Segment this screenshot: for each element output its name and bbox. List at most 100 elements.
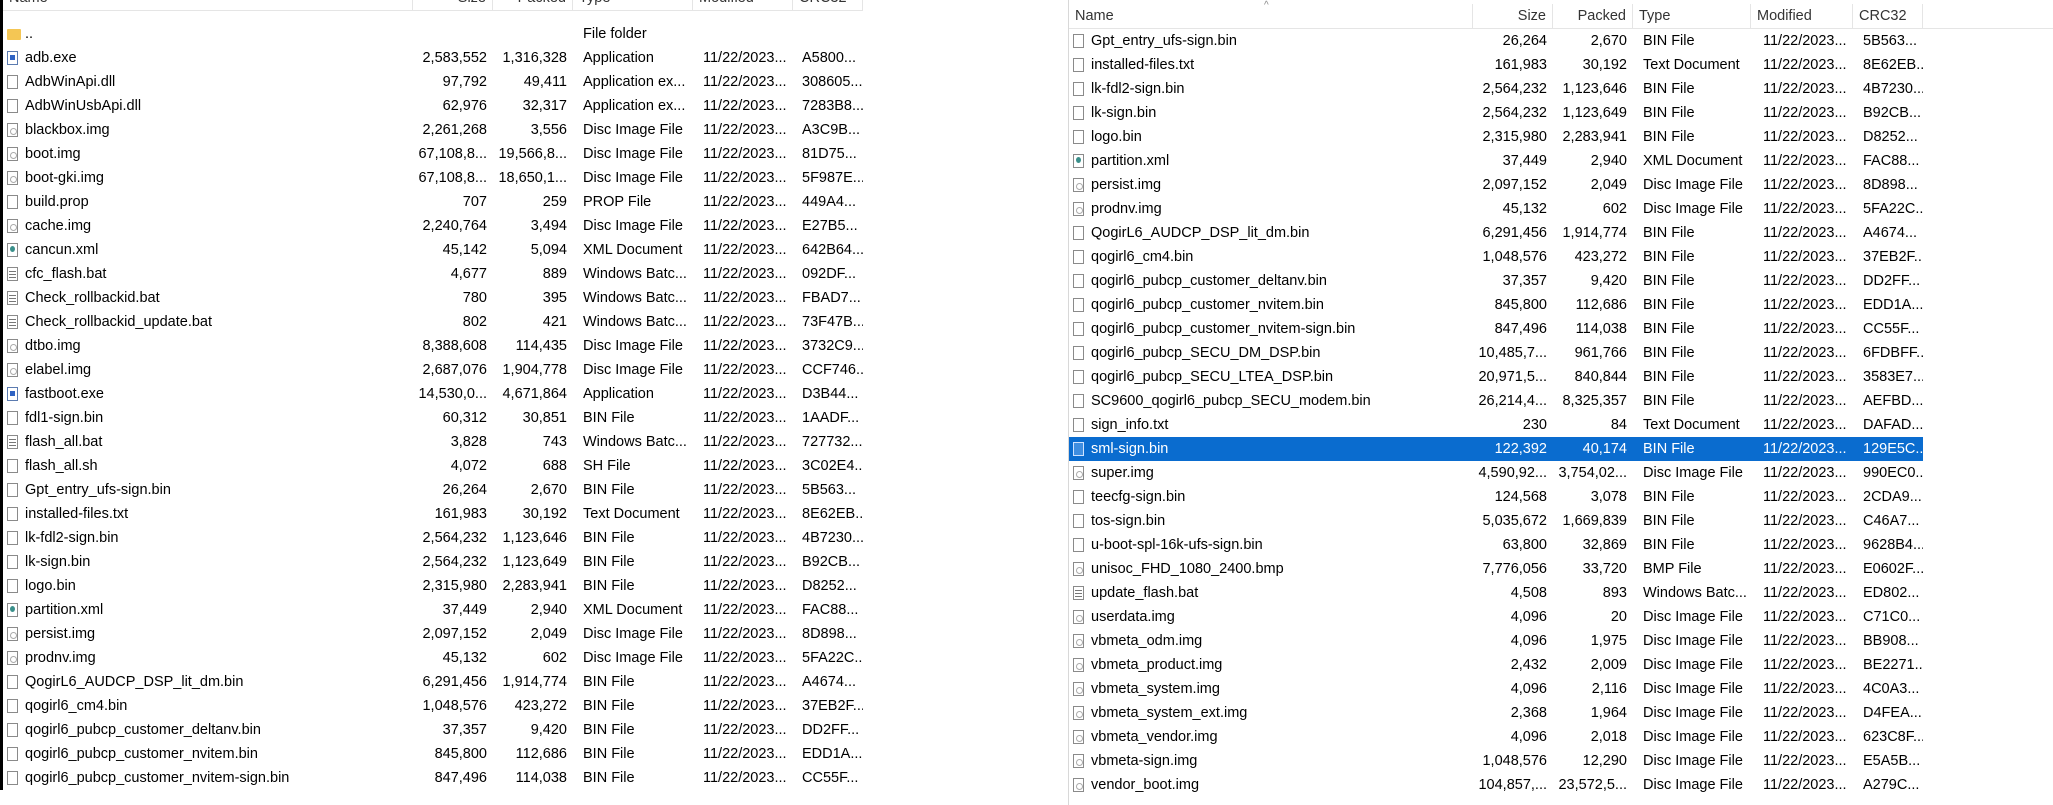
column-header-type[interactable]: Type bbox=[573, 0, 693, 10]
file-row[interactable]: elabel.img 2,687,076 1,904,778 Disc Image F… bbox=[3, 358, 863, 382]
file-row[interactable]: boot-gki.img 67,108,8... 18,650,1... Disc I… bbox=[3, 166, 863, 190]
file-row[interactable]: prodnv.img 45,132 602 Disc Image File 11/22/… bbox=[1069, 197, 1923, 221]
file-packed-size: 112,686 bbox=[1575, 297, 1627, 313]
file-type: Disc Image File bbox=[583, 122, 683, 138]
file-row[interactable]: Check_rollbackid.bat 780 395 Windows Batc..… bbox=[3, 286, 863, 310]
file-row[interactable]: logo.bin 2,315,980 2,283,941 BIN File 11/22/… bbox=[3, 574, 863, 598]
file-row[interactable]: qogirl6_pubcp_SECU_DM_DSP.bin 10,485,7...… bbox=[1069, 341, 1923, 365]
file-type: Disc Image File bbox=[1643, 777, 1743, 793]
file-row[interactable]: qogirl6_pubcp_customer_nvitem-sign.bin 84… bbox=[1069, 317, 1923, 341]
file-packed-size: 2,283,941 bbox=[502, 578, 567, 594]
column-header-modified[interactable]: Modified bbox=[1751, 4, 1853, 28]
file-size: 230 bbox=[1522, 417, 1547, 433]
file-row[interactable]: lk-fdl2-sign.bin 2,564,232 1,123,646 BIN Fi… bbox=[1069, 77, 1923, 101]
file-row[interactable]: partition.xml 37,449 2,940 XML Document 11/2… bbox=[1069, 149, 1923, 173]
file-row[interactable]: persist.img 2,097,152 2,049 Disc Image File… bbox=[3, 622, 863, 646]
file-packed-size: 1,123,646 bbox=[1562, 81, 1627, 97]
file-row[interactable]: blackbox.img 2,261,268 3,556 Disc Image Fil… bbox=[3, 118, 863, 142]
column-header-size[interactable]: Size bbox=[413, 0, 493, 10]
file-name: lk-sign.bin bbox=[1091, 105, 1157, 121]
file-row[interactable]: qogirl6_pubcp_SECU_LTEA_DSP.bin 20,971,5.… bbox=[1069, 365, 1923, 389]
file-row[interactable]: teecfg-sign.bin 124,568 3,078 BIN File 11/22… bbox=[1069, 485, 1923, 509]
file-row[interactable]: persist.img 2,097,152 2,049 Disc Image File… bbox=[1069, 173, 1923, 197]
file-row[interactable]: lk-fdl2-sign.bin 2,564,232 1,123,646 BIN Fi… bbox=[3, 526, 863, 550]
file-row[interactable]: vbmeta_odm.img 4,096 1,975 Disc Image File 1… bbox=[1069, 629, 1923, 653]
file-row[interactable]: u-boot-spl-16k-ufs-sign.bin 63,800 32,869 B… bbox=[1069, 533, 1923, 557]
file-row[interactable]: cache.img 2,240,764 3,494 Disc Image File 11… bbox=[3, 214, 863, 238]
file-row[interactable]: super.img 4,590,92... 3,754,02... Disc Imag… bbox=[1069, 461, 1923, 485]
column-header-packed[interactable]: Packed bbox=[493, 0, 573, 10]
file-row[interactable]: Gpt_entry_ufs-sign.bin 26,264 2,670 BIN Fil… bbox=[1069, 29, 1923, 53]
file-row[interactable]: cancun.xml 45,142 5,094 XML Document 11/22/2… bbox=[3, 238, 863, 262]
file-row[interactable]: adb.exe 2,583,552 1,316,328 Application 11/2… bbox=[3, 46, 863, 70]
file-type: Disc Image File bbox=[583, 218, 683, 234]
file-row[interactable]: Gpt_entry_ufs-sign.bin 26,264 2,670 BIN Fil… bbox=[3, 478, 863, 502]
file-row[interactable]: vbmeta_system_ext.img 2,368 1,964 Disc Imag… bbox=[1069, 701, 1923, 725]
file-row[interactable]: AdbWinApi.dll 97,792 49,411 Application ex.… bbox=[3, 70, 863, 94]
file-row[interactable]: flash_all.bat 3,828 743 Windows Batc... 11/2… bbox=[3, 430, 863, 454]
file-row[interactable]: vendor_boot.img 104,857,... 23,572,5... Dis… bbox=[1069, 773, 1923, 797]
file-crc32: 1AADF... bbox=[802, 410, 860, 426]
file-packed-size: 602 bbox=[542, 650, 567, 666]
file-row[interactable]: AdbWinUsbApi.dll 62,976 32,317 Application … bbox=[3, 94, 863, 118]
file-row[interactable]: qogirl6_pubcp_customer_nvitem.bin 845,800… bbox=[1069, 293, 1923, 317]
column-header-name[interactable]: Name bbox=[1069, 4, 1473, 28]
file-row[interactable]: vbmeta_system.img 4,096 2,116 Disc Image Fi… bbox=[1069, 677, 1923, 701]
column-header-crc32[interactable]: CRC32 bbox=[793, 0, 863, 10]
file-row[interactable]: sign_info.txt 230 84 Text Document 11/22/202… bbox=[1069, 413, 1923, 437]
file-row[interactable]: update_flash.bat 4,508 893 Windows Batc... 1… bbox=[1069, 581, 1923, 605]
file-row[interactable]: fdl1-sign.bin 60,312 30,851 BIN File 11/22/2… bbox=[3, 406, 863, 430]
file-row[interactable]: logo.bin 2,315,980 2,283,941 BIN File 11/22/… bbox=[1069, 125, 1923, 149]
file-crc32: FAC88... bbox=[802, 602, 859, 618]
file-row[interactable]: QogirL6_AUDCP_DSP_lit_dm.bin 6,291,456 1,9… bbox=[3, 670, 863, 694]
file-type: Text Document bbox=[583, 506, 680, 522]
file-row[interactable]: tos-sign.bin 5,035,672 1,669,839 BIN File 11… bbox=[1069, 509, 1923, 533]
file-row[interactable]: userdata.img 4,096 20 Disc Image File 11/22/… bbox=[1069, 605, 1923, 629]
file-row[interactable]: qogirl6_pubcp_customer_deltanv.bin 37,357… bbox=[1069, 269, 1923, 293]
file-row[interactable]: prodnv.img 45,132 602 Disc Image File 11/22/… bbox=[3, 646, 863, 670]
file-row[interactable]: build.prop 707 259 PROP File 11/22/2023... 44… bbox=[3, 190, 863, 214]
column-header-packed[interactable]: Packed bbox=[1553, 4, 1633, 28]
file-row[interactable]: qogirl6_pubcp_customer_nvitem-sign.bin 84… bbox=[3, 766, 863, 790]
file-row[interactable]: vbmeta_vendor.img 4,096 2,018 Disc Image Fi… bbox=[1069, 725, 1923, 749]
file-name: qogirl6_pubcp_customer_deltanv.bin bbox=[25, 722, 261, 738]
file-row[interactable]: .. File folder bbox=[3, 22, 863, 46]
file-row[interactable]: qogirl6_pubcp_customer_deltanv.bin 37,357… bbox=[3, 718, 863, 742]
column-header-modified[interactable]: Modified bbox=[693, 0, 793, 10]
file-row[interactable]: boot.img 67,108,8... 19,566,8... Disc Image… bbox=[3, 142, 863, 166]
file-row[interactable]: installed-files.txt 161,983 30,192 Text Doc… bbox=[3, 502, 863, 526]
file-row[interactable]: Check_rollbackid_update.bat 802 421 Windows… bbox=[3, 310, 863, 334]
column-header-type[interactable]: Type bbox=[1633, 4, 1751, 28]
file-row[interactable]: lk-sign.bin 2,564,232 1,123,649 BIN File 11/… bbox=[1069, 101, 1923, 125]
file-row[interactable]: SC9600_qogirl6_pubcp_SECU_modem.bin 26,21… bbox=[1069, 389, 1923, 413]
file-row[interactable]: flash_all.sh 4,072 688 SH File 11/22/2023...… bbox=[3, 454, 863, 478]
file-packed-size: 1,316,328 bbox=[502, 50, 567, 66]
file-type: Disc Image File bbox=[1643, 465, 1743, 481]
file-row[interactable]: partition.xml 37,449 2,940 XML Document 11/2… bbox=[3, 598, 863, 622]
file-row[interactable]: unisoc_FHD_1080_2400.bmp 7,776,056 33,720 B… bbox=[1069, 557, 1923, 581]
column-header-crc32[interactable]: CRC32 bbox=[1853, 4, 1923, 28]
file-packed-size: 1,123,649 bbox=[502, 554, 567, 570]
file-row[interactable]: dtbo.img 8,388,608 114,435 Disc Image File 1… bbox=[3, 334, 863, 358]
column-header-name[interactable]: Name bbox=[3, 0, 413, 10]
file-row[interactable]: qogirl6_pubcp_customer_nvitem.bin 845,800… bbox=[3, 742, 863, 766]
file-size: 4,072 bbox=[450, 458, 487, 474]
file-packed-size: 114,038 bbox=[515, 770, 567, 786]
file-row[interactable]: vbmeta-sign.img 1,048,576 12,290 Disc Image… bbox=[1069, 749, 1923, 773]
file-row[interactable]: installed-files.txt 161,983 30,192 Text Doc… bbox=[1069, 53, 1923, 77]
file-size: 2,315,980 bbox=[1482, 129, 1547, 145]
file-packed-size bbox=[493, 22, 573, 46]
file-row[interactable]: fastboot.exe 14,530,0... 4,671,864 Applicat… bbox=[3, 382, 863, 406]
file-row[interactable]: vbmeta_product.img 2,432 2,009 Disc Image F… bbox=[1069, 653, 1923, 677]
file-row[interactable]: qogirl6_cm4.bin 1,048,576 423,272 BIN File 1… bbox=[3, 694, 863, 718]
file-row[interactable]: lk-sign.bin 2,564,232 1,123,649 BIN File 11/… bbox=[3, 550, 863, 574]
file-size: 37,449 bbox=[1502, 153, 1547, 169]
file-type: Windows Batc... bbox=[583, 434, 687, 450]
column-header-size[interactable]: Size bbox=[1473, 4, 1553, 28]
file-type: Disc Image File bbox=[1643, 753, 1743, 769]
file-row[interactable]: cfc_flash.bat 4,677 889 Windows Batc... 11/2… bbox=[3, 262, 863, 286]
file-row[interactable]: qogirl6_cm4.bin 1,048,576 423,272 BIN File 1… bbox=[1069, 245, 1923, 269]
file-row-selected[interactable]: sml-sign.bin 122,392 40,174 BIN File 11/22/2… bbox=[1069, 437, 1923, 461]
file-size: 67,108,8... bbox=[418, 170, 487, 186]
file-row[interactable]: QogirL6_AUDCP_DSP_lit_dm.bin 6,291,456 1,9… bbox=[1069, 221, 1923, 245]
